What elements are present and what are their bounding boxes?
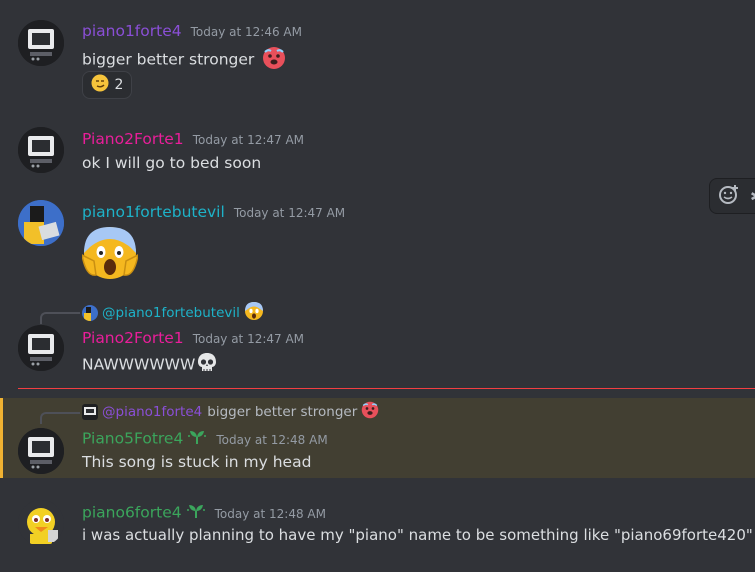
username[interactable]: piano6forte4 Today at 12:48 AM (82, 502, 326, 524)
timestamp: Today at 12:46 AM (190, 25, 302, 39)
smirk-emoji (91, 74, 109, 96)
hot-face-emoji (262, 46, 286, 74)
skull-emoji (196, 352, 218, 378)
reply-avatar (82, 404, 98, 420)
reply-mention[interactable]: @piano1fortebutevil (102, 305, 240, 321)
reply-spine (40, 312, 80, 324)
avatar[interactable] (18, 200, 64, 246)
avatar[interactable] (18, 20, 64, 66)
message: Piano2Forte1 Today at 12:47 AM ok I will … (0, 110, 755, 190)
timestamp: Today at 12:47 AM (192, 133, 305, 147)
username[interactable]: Piano2Forte1 Today at 12:47 AM (82, 329, 304, 347)
reply-preview[interactable]: @piano1forte4 bigger better stronger (82, 401, 379, 423)
avatar[interactable] (18, 428, 64, 474)
reply-avatar (82, 305, 98, 321)
scream-emoji (80, 225, 140, 285)
avatar[interactable] (18, 500, 64, 546)
message-text (80, 225, 140, 285)
sprout-icon (186, 502, 206, 524)
timestamp: Today at 12:47 AM (233, 206, 346, 220)
message: piano1fortebutevil Today at 12:47 AM (0, 190, 755, 285)
reaction-count: 2 (114, 77, 124, 93)
timestamp: Today at 12:48 AM (216, 432, 328, 447)
hot-face-emoji (361, 401, 379, 423)
scream-emoji (244, 301, 264, 325)
message-text: NAWWWWWW (82, 352, 218, 378)
message: piano6forte4 Today at 12:48 AM i was act… (0, 480, 755, 572)
message: piano1forte4 Today at 12:46 AM bigger bet… (0, 0, 755, 110)
reaction-button[interactable]: 2 (82, 71, 132, 99)
message-text: ok I will go to bed soon (82, 154, 262, 172)
timestamp: Today at 12:48 AM (214, 506, 326, 521)
reply-spine (40, 412, 80, 424)
message: @piano1forte4 bigger better stronger Pia… (0, 398, 755, 478)
new-messages-divider (18, 388, 755, 389)
avatar[interactable] (18, 127, 64, 173)
message-text: bigger better stronger (82, 46, 286, 74)
message-text: This song is stuck in my head (82, 453, 312, 471)
message: @piano1fortebutevil Piano2Forte1 Today at… (0, 295, 755, 385)
reply-preview[interactable]: @piano1fortebutevil (82, 301, 264, 325)
username[interactable]: Piano2Forte1 Today at 12:47 AM (82, 130, 304, 148)
reply-text: bigger better stronger (207, 404, 358, 420)
username[interactable]: piano1forte4 Today at 12:46 AM (82, 22, 302, 40)
username[interactable]: piano1fortebutevil Today at 12:47 AM (82, 203, 345, 221)
username[interactable]: Piano5Fotre4 Today at 12:48 AM (82, 428, 328, 450)
avatar[interactable] (18, 325, 64, 371)
timestamp: Today at 12:47 AM (192, 332, 305, 346)
reply-mention[interactable]: @piano1forte4 (102, 404, 202, 420)
message-text: i was actually planning to have my "pian… (82, 526, 753, 544)
sprout-icon (187, 428, 207, 450)
